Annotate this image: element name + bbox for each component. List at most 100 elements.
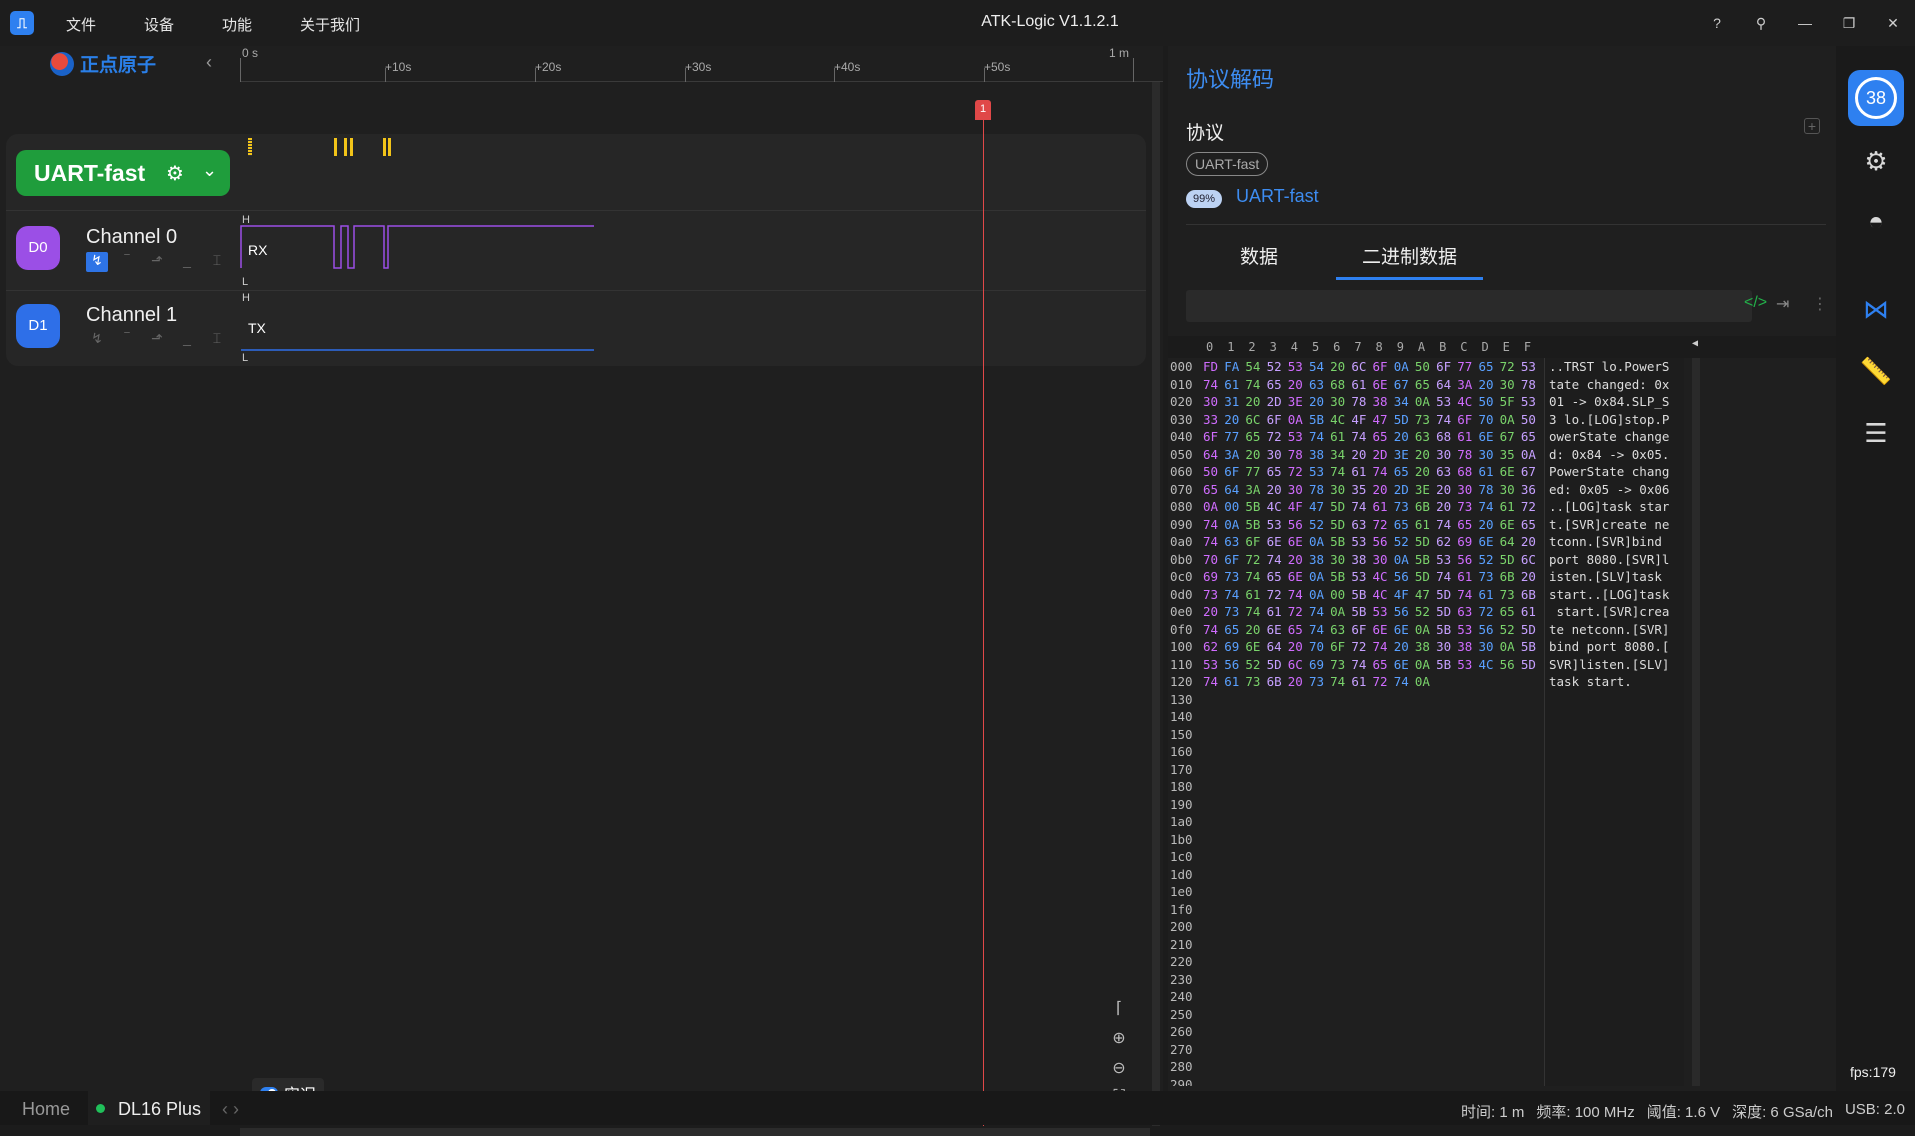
hex-byte[interactable]: 30 [1373, 551, 1394, 569]
hex-byte[interactable]: 0A [1415, 673, 1436, 691]
hex-byte[interactable]: 0A [1415, 621, 1436, 639]
hex-byte[interactable]: 30 [1478, 638, 1499, 656]
hex-byte[interactable]: 4C [1373, 586, 1394, 604]
hex-byte[interactable]: 2D [1267, 393, 1288, 411]
protocol-chip[interactable]: UART-fast [1186, 152, 1269, 176]
hex-byte[interactable]: 6E [1394, 621, 1415, 639]
hex-byte[interactable]: 6B [1267, 673, 1288, 691]
hex-byte[interactable]: 72 [1267, 428, 1288, 446]
hex-byte[interactable]: 5B [1521, 638, 1542, 656]
hex-byte[interactable]: 65 [1394, 516, 1415, 534]
hex-byte[interactable]: 61 [1373, 498, 1394, 516]
hex-byte[interactable]: 53 [1521, 393, 1542, 411]
hex-byte[interactable]: 6E [1267, 621, 1288, 639]
hex-byte[interactable]: 0A [1224, 516, 1245, 534]
hex-byte[interactable]: 56 [1373, 533, 1394, 551]
analyzer-button[interactable]: UART-fast ⚙ ⌄ [16, 150, 230, 196]
hex-byte[interactable]: 6F [1351, 621, 1372, 639]
hex-byte[interactable]: 74 [1309, 603, 1330, 621]
close-icon[interactable]: ✕ [1871, 15, 1915, 32]
hex-byte[interactable]: 63 [1330, 621, 1351, 639]
hex-byte[interactable]: 74 [1351, 428, 1372, 446]
hex-byte[interactable]: 30 [1500, 376, 1521, 394]
hex-byte[interactable]: 20 [1288, 638, 1309, 656]
hex-byte[interactable]: 6E [1288, 568, 1309, 586]
hex-byte[interactable]: 72 [1373, 516, 1394, 534]
hex-byte[interactable]: 74 [1203, 673, 1224, 691]
hex-byte[interactable]: 34 [1330, 446, 1351, 464]
hex-byte[interactable]: 65 [1203, 481, 1224, 499]
hex-byte[interactable]: 30 [1267, 446, 1288, 464]
channel-0-badge[interactable]: D0 [16, 226, 60, 270]
hex-byte[interactable]: 3E [1415, 481, 1436, 499]
hex-byte[interactable]: 67 [1521, 463, 1542, 481]
device-tab[interactable]: DL16 Plus [88, 1091, 210, 1125]
hex-byte[interactable]: 6F [1224, 551, 1245, 569]
hex-byte[interactable]: 73 [1457, 498, 1478, 516]
sample-badge[interactable]: 38 [1848, 70, 1904, 126]
hex-byte[interactable]: 73 [1478, 568, 1499, 586]
hex-byte[interactable]: 53 [1288, 358, 1309, 376]
hex-byte[interactable]: 53 [1457, 656, 1478, 674]
hex-byte[interactable]: 20 [1245, 621, 1266, 639]
vertical-scrollbar[interactable] [1152, 82, 1160, 1126]
hex-byte[interactable]: 5D [1521, 621, 1542, 639]
hex-byte[interactable]: 30 [1203, 393, 1224, 411]
hex-byte[interactable]: 65 [1288, 621, 1309, 639]
hex-byte[interactable]: 52 [1394, 533, 1415, 551]
hex-byte[interactable]: 38 [1457, 638, 1478, 656]
hex-byte[interactable]: 6C [1245, 411, 1266, 429]
hex-byte[interactable]: 74 [1203, 376, 1224, 394]
hex-byte[interactable]: 5B [1309, 411, 1330, 429]
hex-byte[interactable]: 61 [1521, 603, 1542, 621]
tab-data[interactable]: 数据 [1240, 242, 1278, 277]
hex-byte[interactable]: 77 [1224, 428, 1245, 446]
hex-byte[interactable]: 72 [1351, 638, 1372, 656]
channel-1-waveform[interactable] [240, 314, 600, 354]
collapse-icon[interactable]: ‹ [206, 52, 212, 73]
hex-byte[interactable]: 74 [1309, 428, 1330, 446]
hex-byte[interactable]: 53 [1351, 533, 1372, 551]
channel-1-name[interactable]: Channel 1 [86, 304, 177, 327]
hex-byte[interactable]: 72 [1288, 603, 1309, 621]
hex-byte[interactable]: 63 [1436, 463, 1457, 481]
hex-byte[interactable]: 5B [1351, 603, 1372, 621]
hex-byte[interactable]: 34 [1394, 393, 1415, 411]
hex-byte[interactable]: 4F [1394, 586, 1415, 604]
hex-byte[interactable]: 20 [1373, 481, 1394, 499]
hex-byte[interactable]: 0A [1415, 393, 1436, 411]
hex-byte[interactable]: 61 [1351, 376, 1372, 394]
hex-byte[interactable]: 38 [1309, 551, 1330, 569]
hex-byte[interactable]: 33 [1203, 411, 1224, 429]
restore-icon[interactable]: ❐ [1827, 15, 1871, 32]
hex-byte[interactable]: 73 [1394, 498, 1415, 516]
hex-byte[interactable]: 53 [1351, 568, 1372, 586]
hex-byte[interactable]: 20 [1288, 376, 1309, 394]
hex-byte[interactable]: 53 [1457, 621, 1478, 639]
search-input[interactable] [1186, 290, 1752, 322]
hex-byte[interactable]: 5D [1415, 533, 1436, 551]
hex-byte[interactable]: 53 [1436, 393, 1457, 411]
hex-byte[interactable]: 6F [1457, 411, 1478, 429]
chevron-down-icon[interactable]: ⌄ [202, 160, 217, 181]
hex-byte[interactable]: 74 [1330, 463, 1351, 481]
hex-byte[interactable]: 6F [1436, 358, 1457, 376]
hex-byte[interactable]: 73 [1224, 603, 1245, 621]
hex-byte[interactable]: 20 [1267, 481, 1288, 499]
hex-byte[interactable]: 65 [1373, 428, 1394, 446]
hex-byte[interactable]: 00 [1224, 498, 1245, 516]
hex-byte[interactable]: 74 [1203, 533, 1224, 551]
hex-byte[interactable]: 52 [1415, 603, 1436, 621]
hex-byte[interactable]: 72 [1478, 603, 1499, 621]
search-list-icon[interactable]: ☰ [1858, 418, 1894, 454]
hex-byte[interactable]: 20 [1245, 393, 1266, 411]
hex-byte[interactable]: 5B [1351, 586, 1372, 604]
hex-byte[interactable]: 69 [1224, 638, 1245, 656]
hex-byte[interactable]: 74 [1203, 516, 1224, 534]
hex-byte[interactable]: 64 [1500, 533, 1521, 551]
hex-byte[interactable]: 56 [1394, 568, 1415, 586]
hex-byte[interactable]: 74 [1351, 656, 1372, 674]
hex-byte[interactable]: 6E [1373, 376, 1394, 394]
hex-byte[interactable]: 78 [1351, 393, 1372, 411]
hex-byte[interactable]: 61 [1245, 586, 1266, 604]
